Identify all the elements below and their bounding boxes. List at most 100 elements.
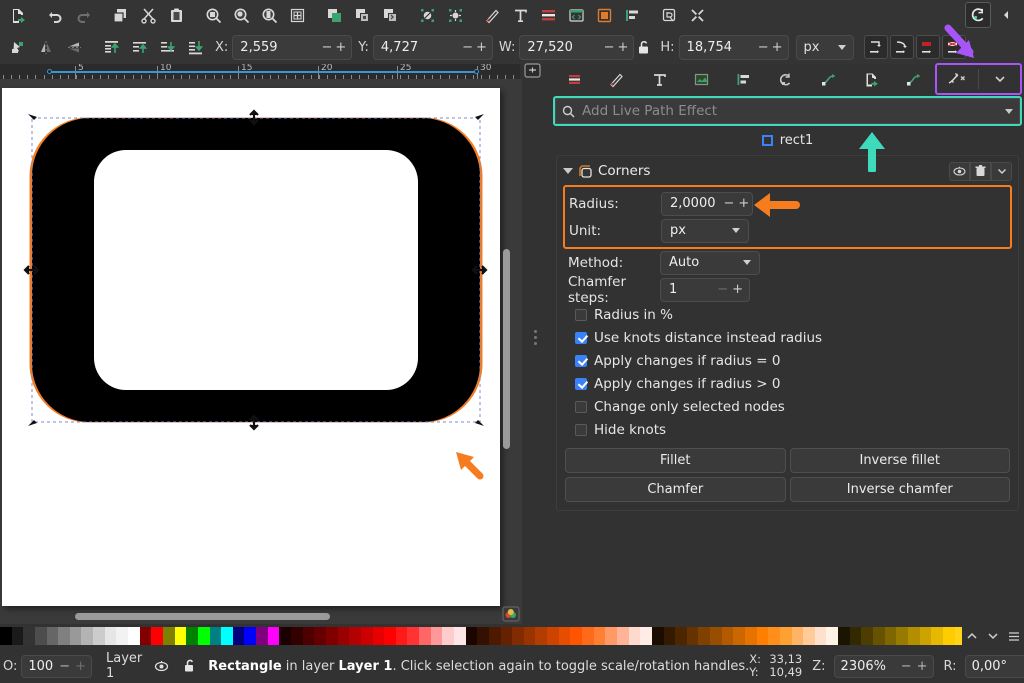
palette-swatch[interactable]	[640, 627, 652, 645]
deselect-button[interactable]	[442, 2, 468, 28]
palette-swatch[interactable]	[267, 627, 280, 645]
collapse-panel-button[interactable]	[993, 2, 1019, 28]
palette-swatch[interactable]	[256, 627, 268, 645]
toggle-visibility-button[interactable]	[949, 161, 970, 181]
scale-stroke-width-button[interactable]	[863, 35, 888, 59]
palette-swatch[interactable]	[395, 627, 408, 645]
horizontal-ruler[interactable]: 5 10 15 20 25 30	[0, 64, 520, 79]
text-and-font-button[interactable]	[507, 2, 533, 28]
opacity-increment[interactable]: +	[75, 659, 86, 674]
tab-text[interactable]	[638, 65, 680, 93]
palette-swatch[interactable]	[651, 627, 664, 645]
canvas-area[interactable]	[0, 79, 522, 624]
x-increment[interactable]: +	[335, 40, 346, 55]
tab-live-path-effects-active[interactable]	[937, 65, 978, 93]
palette-swatch[interactable]	[721, 627, 734, 645]
palette-swatch[interactable]	[384, 627, 396, 645]
layer-name[interactable]: Layer 1	[106, 651, 142, 681]
palette-swatch[interactable]	[616, 627, 629, 645]
palette-swatch[interactable]	[430, 627, 443, 645]
palette-swatch[interactable]	[69, 627, 82, 645]
lower-to-bottom-button[interactable]	[182, 34, 208, 60]
palette-swatch[interactable]	[779, 627, 792, 645]
width-decrement[interactable]: −	[604, 40, 615, 55]
palette-swatch[interactable]	[745, 627, 757, 645]
chevron-down-icon[interactable]	[1005, 108, 1013, 114]
method-select[interactable]: Auto	[660, 250, 760, 275]
horizontal-scrollbar[interactable]	[75, 613, 330, 620]
lock-width-height-icon[interactable]	[635, 34, 653, 60]
palette-swatch[interactable]	[419, 627, 431, 645]
palette-swatch[interactable]	[547, 627, 559, 645]
palette-swatch[interactable]	[453, 627, 466, 645]
zoom-selection-button[interactable]	[200, 2, 226, 28]
apply-if-radius-gt-zero-checkbox[interactable]: Apply changes if radius > 0	[563, 372, 1012, 395]
palette-swatch[interactable]	[116, 627, 129, 645]
color-palette[interactable]	[0, 627, 1024, 645]
palette-swatch[interactable]	[605, 627, 617, 645]
flip-vertical-button[interactable]	[61, 34, 87, 60]
palette-swatch[interactable]	[710, 627, 722, 645]
chamfer-button[interactable]: Chamfer	[565, 477, 786, 502]
palette-swatch[interactable]	[139, 627, 152, 645]
palette-swatch[interactable]	[523, 627, 536, 645]
palette-swatch[interactable]	[931, 627, 943, 645]
palette-swatch[interactable]	[919, 627, 932, 645]
select-all-button[interactable]	[5, 34, 31, 60]
fillet-button[interactable]: Fillet	[565, 448, 786, 473]
flip-horizontal-button[interactable]	[33, 34, 59, 60]
raise-to-top-button[interactable]	[98, 34, 124, 60]
palette-swatch[interactable]	[907, 627, 920, 645]
scale-corners-button[interactable]	[889, 35, 914, 59]
palette-swatch[interactable]	[488, 627, 501, 645]
radius-input[interactable]: 2,0000 − +	[661, 191, 753, 216]
chamfer-steps-decrement[interactable]: −	[717, 282, 728, 297]
tab-objects[interactable]	[595, 65, 637, 93]
palette-swatch[interactable]	[593, 627, 606, 645]
palette-swatch[interactable]	[686, 627, 699, 645]
palette-swatch[interactable]	[360, 627, 373, 645]
tab-fill-and-stroke[interactable]	[553, 65, 595, 93]
palette-swatch[interactable]	[349, 627, 361, 645]
tab-path-effects-a[interactable]	[808, 65, 850, 93]
palette-swatch[interactable]	[302, 627, 315, 645]
palette-swatch[interactable]	[0, 627, 12, 645]
hide-knots-checkbox[interactable]: Hide knots	[563, 418, 1012, 441]
height-input[interactable]: 18,754 − +	[678, 34, 789, 60]
tab-export[interactable]	[850, 65, 892, 93]
palette-swatch[interactable]	[81, 627, 94, 645]
tab-align[interactable]	[723, 65, 765, 93]
palette-swatch[interactable]	[325, 627, 338, 645]
raise-button[interactable]	[126, 34, 152, 60]
document-page[interactable]	[2, 88, 500, 606]
palette-swatch[interactable]	[663, 627, 676, 645]
move-patterns-button[interactable]	[941, 35, 966, 59]
snap-toggle-button[interactable]	[965, 2, 991, 28]
height-decrement[interactable]: −	[758, 40, 769, 55]
palette-swatch[interactable]	[733, 627, 745, 645]
palette-swatch[interactable]	[186, 627, 198, 645]
palette-swatch[interactable]	[477, 627, 489, 645]
unit-select[interactable]: px	[661, 218, 749, 243]
palette-swatch[interactable]	[838, 627, 850, 645]
palette-swatch[interactable]	[512, 627, 524, 645]
y-input[interactable]: 4,727 − +	[372, 34, 493, 60]
palette-swatch[interactable]	[849, 627, 862, 645]
palette-swatch[interactable]	[896, 627, 908, 645]
palette-swatch[interactable]	[23, 627, 35, 645]
ungroup-button[interactable]	[349, 2, 375, 28]
palette-swatch[interactable]	[58, 627, 70, 645]
palette-swatch[interactable]	[803, 627, 815, 645]
palette-swatch[interactable]	[756, 627, 769, 645]
lpe-effect-header[interactable]: Corners	[563, 160, 1012, 182]
palette-swatch[interactable]	[873, 627, 885, 645]
palette-swatch[interactable]	[11, 627, 24, 645]
add-lpe-search-input[interactable]: Add Live Path Effect	[555, 98, 1020, 124]
palette-swatch[interactable]	[128, 627, 140, 645]
vertical-scrollbar[interactable]	[503, 249, 510, 449]
group-button[interactable]	[321, 2, 347, 28]
radius-increment[interactable]: +	[738, 196, 749, 211]
palette-swatch[interactable]	[500, 627, 513, 645]
unit-select[interactable]: px	[795, 34, 854, 60]
toggle-canvas-button[interactable]	[284, 2, 310, 28]
